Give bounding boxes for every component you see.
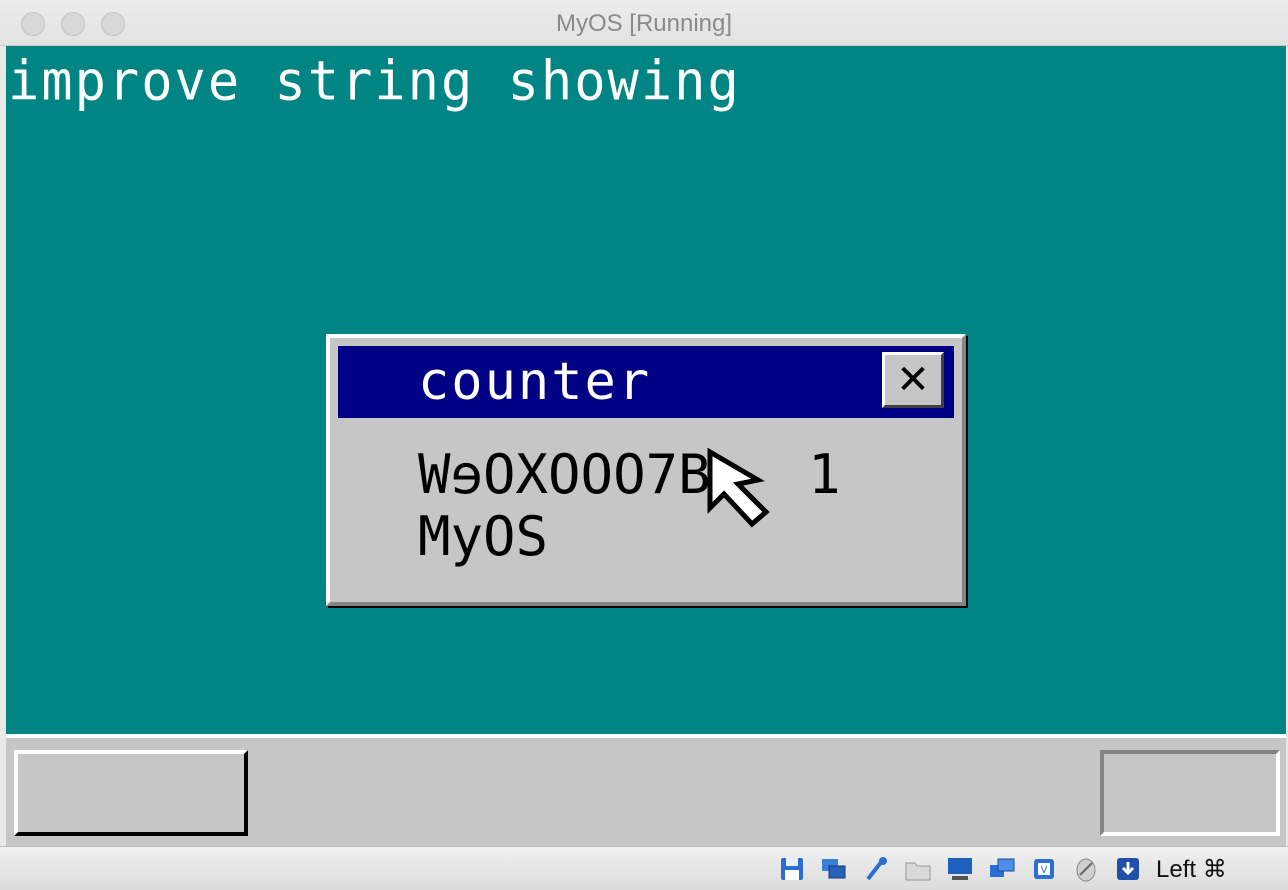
counter-window-title: counter bbox=[418, 352, 652, 412]
network-adapters-icon[interactable] bbox=[820, 855, 848, 883]
counter-close-button[interactable]: ✕ bbox=[882, 352, 944, 408]
display-icon[interactable] bbox=[946, 855, 974, 883]
desktop-message: improve string showing bbox=[8, 50, 741, 114]
close-icon: ✕ bbox=[896, 357, 930, 403]
mouse-integration-icon[interactable] bbox=[1072, 855, 1100, 883]
vm-screen[interactable]: improve string showing counter ✕ WɘOXOOO… bbox=[6, 46, 1286, 846]
counter-window[interactable]: counter ✕ WɘOXOOO7B 1 MyOS bbox=[326, 334, 966, 606]
vbox-statusbar: V Left ⌘ bbox=[0, 846, 1288, 890]
start-button[interactable] bbox=[14, 750, 248, 836]
counter-value-text: WɘOXOOO7B 1 bbox=[418, 443, 841, 506]
cpu-icon[interactable]: V bbox=[1030, 855, 1058, 883]
download-arrow-icon[interactable] bbox=[1114, 855, 1142, 883]
usb-icon[interactable] bbox=[862, 855, 890, 883]
window-titlebar: MyOS [Running] bbox=[0, 0, 1288, 46]
svg-text:V: V bbox=[1041, 865, 1048, 876]
taskbar bbox=[6, 734, 1286, 846]
counter-label-text: MyOS bbox=[418, 505, 549, 568]
host-key-label: Left ⌘ bbox=[1156, 856, 1227, 883]
tray-area bbox=[1100, 750, 1280, 836]
virtual-screens-icon[interactable] bbox=[988, 855, 1016, 883]
shared-folder-icon[interactable] bbox=[904, 855, 932, 883]
mouse-cursor-icon bbox=[707, 448, 770, 528]
counter-window-titlebar[interactable]: counter ✕ bbox=[338, 346, 954, 418]
floppy-disk-icon[interactable] bbox=[778, 855, 806, 883]
window-title: MyOS [Running] bbox=[555, 10, 733, 37]
